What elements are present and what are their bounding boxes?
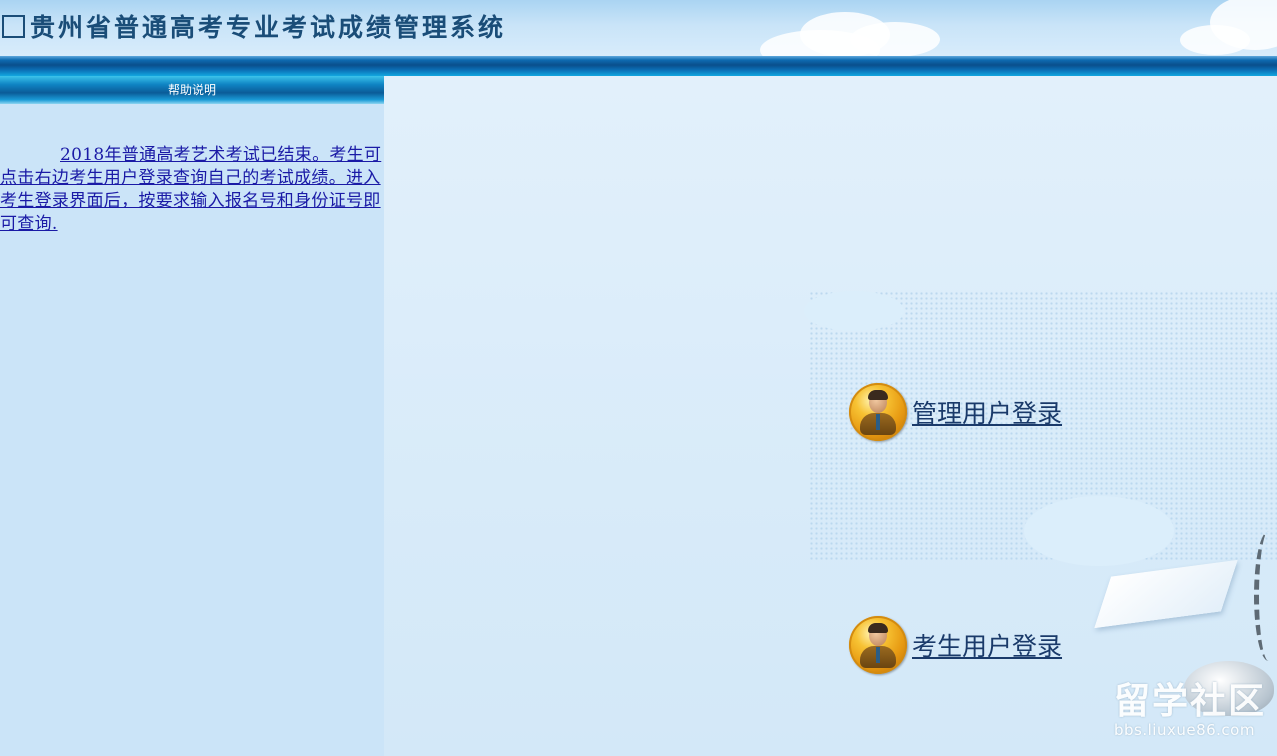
- watermark-brand: 留学社区: [1114, 681, 1267, 722]
- header-band: [0, 56, 1277, 76]
- map-mask: [1024, 496, 1174, 566]
- cloud-decoration: [1180, 25, 1250, 55]
- admin-login-label[interactable]: 管理用户登录: [912, 394, 1062, 430]
- help-panel-title: 帮助说明: [167, 83, 216, 97]
- help-panel: 帮助说明 2018年普通高考艺术考试已结束。考生可点击右边考生用户登录查询自己的…: [0, 76, 384, 756]
- cable-decoration: [1254, 531, 1277, 661]
- user-avatar-icon: [849, 383, 907, 441]
- paper-decoration: [1094, 559, 1238, 629]
- student-login-label[interactable]: 考生用户登录: [912, 627, 1062, 663]
- page-title: 贵州省普通高考专业考试成绩管理系统: [2, 8, 506, 44]
- page-title-text: 贵州省普通高考专业考试成绩管理系统: [30, 13, 507, 42]
- cloud-decoration: [850, 22, 940, 56]
- student-login-link[interactable]: 考生用户登录: [849, 616, 1062, 674]
- login-panel: 管理用户登录 考生用户登录 留学社区 bbs.liuxue86.com: [384, 76, 1277, 756]
- watermark: 留学社区 bbs.liuxue86.com: [1114, 681, 1267, 739]
- header-banner: 贵州省普通高考专业考试成绩管理系统: [0, 0, 1277, 56]
- admin-login-link[interactable]: 管理用户登录: [849, 383, 1062, 441]
- user-avatar-icon: [849, 616, 907, 674]
- map-mask: [804, 291, 904, 331]
- help-panel-header: 帮助说明: [0, 76, 384, 104]
- help-notice-link[interactable]: 2018年普通高考艺术考试已结束。考生可点击右边考生用户登录查询自己的考试成绩。…: [0, 144, 384, 236]
- watermark-url: bbs.liuxue86.com: [1114, 721, 1255, 739]
- square-icon: [2, 15, 25, 38]
